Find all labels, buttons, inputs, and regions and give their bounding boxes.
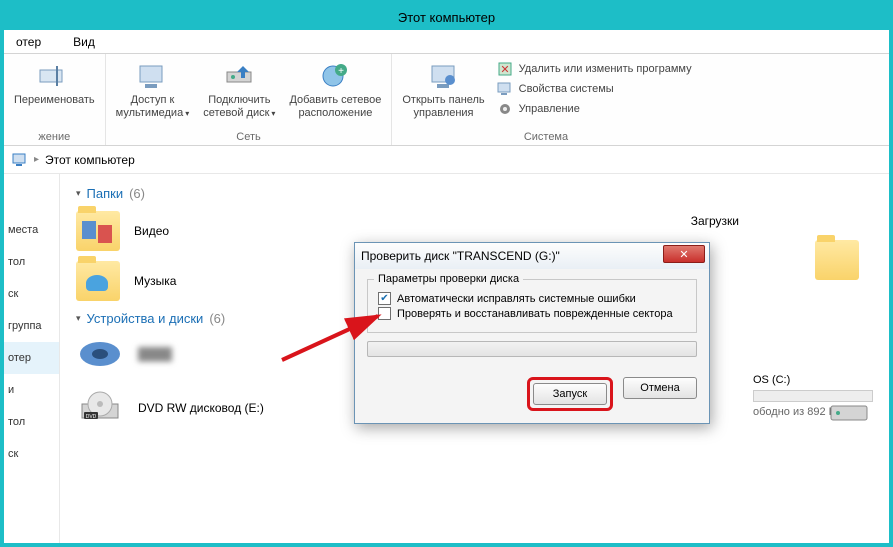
gear-icon (497, 101, 513, 117)
uninstall-icon: ✕ (497, 61, 513, 77)
folders-count: (6) (129, 186, 145, 201)
rename-icon (38, 60, 70, 92)
add-network-icon: + (319, 60, 351, 92)
chevron-right-icon: ▸ (34, 154, 39, 165)
annotation-arrow (278, 310, 388, 370)
sidebar-item-computer[interactable]: отер (4, 342, 59, 374)
dialog-buttons: Запуск Отмена (355, 369, 709, 423)
uninstall-program-button[interactable]: ✕ Удалить или изменить программу (495, 60, 694, 78)
folder-video[interactable]: Видео (76, 211, 169, 251)
folder-downloads[interactable]: Загрузки (691, 214, 739, 228)
devices-count: (6) (209, 311, 225, 326)
devices-header-label: Устройства и диски (87, 311, 204, 326)
svg-text:+: + (338, 66, 344, 77)
window-title: Этот компьютер (398, 10, 495, 25)
sidebar-item[interactable]: ск (4, 438, 59, 470)
window-titlebar: Этот компьютер (4, 4, 889, 30)
dialog-title: Проверить диск "TRANSCEND (G:)" (361, 249, 560, 263)
folder-music[interactable]: Музыка (76, 261, 176, 301)
tab-view[interactable]: Вид (65, 32, 103, 52)
ribbon-tabs: отер Вид (4, 30, 889, 54)
group-label-network: Сеть (112, 129, 386, 145)
cancel-button[interactable]: Отмена (623, 377, 697, 399)
sidebar-item[interactable]: ск (4, 278, 59, 310)
rename-label: Переименовать (14, 94, 95, 107)
network-drive-icon (223, 60, 255, 92)
check-disk-dialog: Проверить диск "TRANSCEND (G:)" ✕ Параме… (354, 242, 710, 424)
folder-item-right[interactable] (815, 240, 859, 280)
navigation-sidebar: места тол ск группа отер и тол ск (4, 174, 60, 543)
options-fieldset: Параметры проверки диска ✔ Автоматически… (367, 279, 697, 333)
sidebar-item[interactable]: тол (4, 246, 59, 278)
control-panel-button[interactable]: Открыть панель управления (398, 58, 488, 122)
fieldset-legend: Параметры проверки диска (374, 273, 523, 285)
dvd-drive-icon: DVD (76, 390, 124, 426)
ribbon-group-network: Доступ к мультимедиа▾ Подключить сетевой… (106, 54, 393, 145)
sidebar-item[interactable]: тол (4, 406, 59, 438)
breadcrumb-root[interactable]: Этот компьютер (45, 153, 135, 167)
hdd-icon (829, 398, 869, 426)
close-button[interactable]: ✕ (663, 245, 705, 263)
group-label-system: Система (398, 129, 693, 145)
group-label-location: жение (10, 129, 99, 145)
start-button[interactable]: Запуск (533, 383, 607, 405)
checkbox-auto-fix[interactable]: ✔ Автоматически исправлять системные оши… (378, 292, 686, 305)
rename-button[interactable]: Переименовать (10, 58, 99, 109)
svg-text:✕: ✕ (500, 64, 509, 76)
ribbon-group-location: Переименовать жение (4, 54, 106, 145)
sidebar-item[interactable]: места (4, 214, 59, 246)
close-icon: ✕ (679, 248, 688, 261)
folder-icon (815, 240, 859, 280)
computer-icon (12, 152, 28, 168)
ribbon: Переименовать жение Доступ к мультимедиа… (4, 54, 889, 146)
folders-section-header[interactable]: ▾ Папки (6) (76, 186, 873, 201)
add-network-location-button[interactable]: + Добавить сетевое расположение (285, 58, 385, 122)
dialog-titlebar[interactable]: Проверить диск "TRANSCEND (G:)" ✕ (355, 243, 709, 269)
collapse-icon: ▾ (76, 188, 81, 199)
system-props-icon (497, 81, 513, 97)
sidebar-item[interactable]: группа (4, 310, 59, 342)
control-panel-icon (428, 60, 460, 92)
collapse-icon: ▾ (76, 313, 81, 324)
media-icon (136, 60, 168, 92)
folders-header-label: Папки (87, 186, 124, 201)
svg-text:DVD: DVD (86, 414, 97, 420)
checkbox-checked-icon: ✔ (378, 292, 391, 305)
system-properties-button[interactable]: Свойства системы (495, 80, 694, 98)
folder-icon (76, 261, 120, 301)
map-drive-button[interactable]: Подключить сетевой диск▾ (199, 58, 279, 122)
tab-computer[interactable]: отер (8, 32, 49, 52)
media-access-button[interactable]: Доступ к мультимедиа▾ (112, 58, 194, 122)
annotation-highlight: Запуск (527, 377, 613, 411)
checkbox-scan-recover[interactable]: Проверять и восстанавливать поврежденные… (378, 307, 686, 320)
sidebar-item[interactable]: и (4, 374, 59, 406)
folder-icon (76, 211, 120, 251)
manage-button[interactable]: Управление (495, 100, 694, 118)
progress-bar (367, 341, 697, 357)
ribbon-group-system: Открыть панель управления ✕ Удалить или … (392, 54, 699, 145)
breadcrumb[interactable]: ▸ Этот компьютер (4, 146, 889, 174)
drive-icon (76, 336, 124, 372)
